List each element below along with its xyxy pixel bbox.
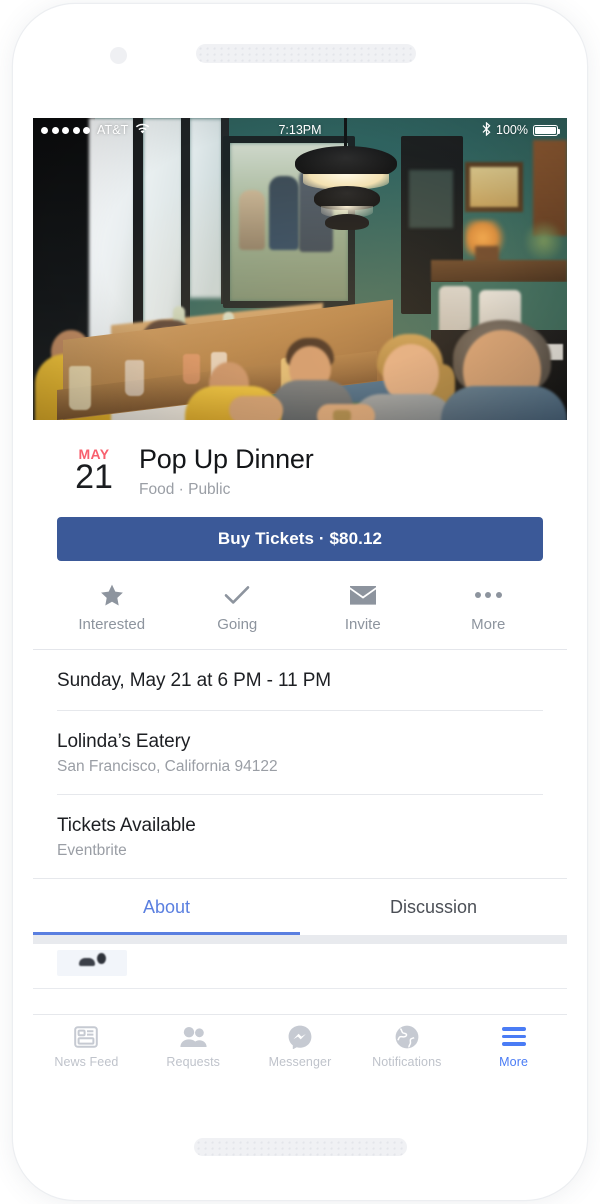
tab-about[interactable]: About bbox=[33, 879, 300, 935]
battery-full-icon bbox=[533, 124, 561, 136]
interested-button[interactable]: Interested bbox=[49, 583, 175, 633]
event-venue-address: San Francisco, California 94122 bbox=[57, 758, 278, 775]
nav-messenger-label: Messenger bbox=[268, 1054, 332, 1069]
tab-discussion[interactable]: Discussion bbox=[300, 879, 567, 935]
more-actions-label: More bbox=[471, 616, 506, 633]
tickets-availability-label: Tickets Available bbox=[57, 815, 196, 836]
bottom-speaker-icon bbox=[194, 1138, 407, 1156]
nav-news-feed[interactable]: News Feed bbox=[33, 1015, 140, 1078]
event-tickets-row[interactable]: Tickets Available Eventbrite bbox=[57, 795, 543, 878]
event-date-block: MAY 21 bbox=[57, 442, 131, 496]
invite-button[interactable]: Invite bbox=[300, 583, 426, 633]
content-divider bbox=[33, 988, 567, 989]
going-label: Going bbox=[217, 616, 258, 633]
buy-tickets-container: Buy Tickets · $80.12 bbox=[33, 517, 567, 561]
event-action-row: Interested Going Invite More bbox=[33, 561, 567, 650]
tickets-provider-label: Eventbrite bbox=[57, 842, 127, 859]
cover-photo-scene bbox=[33, 118, 567, 420]
nav-requests-label: Requests bbox=[166, 1054, 220, 1069]
nav-more[interactable]: More bbox=[460, 1015, 567, 1078]
phone-screen: AT&T 7:13PM 100% MAY 21 Pop Up Dinner Fo… bbox=[33, 118, 567, 1078]
event-day-label: 21 bbox=[75, 458, 113, 496]
event-venue-name: Lolinda’s Eatery bbox=[57, 731, 191, 752]
event-category-privacy: Food · Public bbox=[139, 481, 231, 498]
nav-news-feed-label: News Feed bbox=[54, 1054, 119, 1069]
clock-label: 7:13PM bbox=[278, 123, 322, 137]
event-venue-row[interactable]: Lolinda’s Eatery San Francisco, Californ… bbox=[57, 711, 543, 795]
ellipsis-icon bbox=[474, 583, 502, 607]
event-tab-bar: About Discussion bbox=[33, 878, 567, 935]
going-button[interactable]: Going bbox=[175, 583, 301, 633]
nav-notifications-label: Notifications bbox=[372, 1054, 442, 1069]
page-title: Pop Up Dinner bbox=[139, 444, 314, 474]
more-actions-button[interactable]: More bbox=[426, 583, 552, 633]
interested-label: Interested bbox=[78, 616, 146, 633]
nav-messenger[interactable]: Messenger bbox=[247, 1015, 354, 1078]
messenger-icon bbox=[288, 1025, 312, 1049]
content-thumbnail-shape-2 bbox=[97, 953, 106, 964]
event-details: Sunday, May 21 at 6 PM - 11 PM Lolinda’s… bbox=[33, 650, 567, 878]
event-datetime-row[interactable]: Sunday, May 21 at 6 PM - 11 PM bbox=[57, 650, 543, 711]
status-bar: AT&T 7:13PM 100% bbox=[33, 118, 567, 142]
globe-icon bbox=[395, 1025, 419, 1049]
friend-requests-icon bbox=[180, 1025, 207, 1049]
about-content-preview[interactable] bbox=[33, 944, 567, 996]
hamburger-icon bbox=[501, 1025, 526, 1049]
bottom-navigation-bar: News Feed Requests Messenger Notificatio… bbox=[33, 1014, 567, 1078]
earpiece-speaker-icon bbox=[196, 44, 416, 63]
camera-dot-icon bbox=[110, 47, 127, 64]
nav-more-label: More bbox=[499, 1054, 529, 1069]
screenshot-stage: AT&T 7:13PM 100% MAY 21 Pop Up Dinner Fo… bbox=[0, 0, 600, 1204]
event-cover-photo[interactable]: AT&T 7:13PM 100% bbox=[33, 118, 567, 420]
nav-notifications[interactable]: Notifications bbox=[353, 1015, 460, 1078]
nav-requests[interactable]: Requests bbox=[140, 1015, 247, 1078]
tab-section-divider bbox=[33, 935, 567, 944]
event-header: MAY 21 Pop Up Dinner Food · Public bbox=[33, 420, 567, 517]
buy-tickets-button[interactable]: Buy Tickets · $80.12 bbox=[57, 517, 543, 561]
event-datetime-label: Sunday, May 21 at 6 PM - 11 PM bbox=[57, 670, 332, 691]
event-meta: Pop Up Dinner Food · Public bbox=[131, 442, 314, 499]
star-icon bbox=[100, 583, 124, 607]
invite-label: Invite bbox=[344, 616, 381, 633]
content-thumbnail-shape bbox=[79, 958, 95, 966]
check-icon bbox=[224, 583, 250, 607]
news-feed-icon bbox=[74, 1025, 99, 1049]
envelope-icon bbox=[349, 583, 376, 607]
